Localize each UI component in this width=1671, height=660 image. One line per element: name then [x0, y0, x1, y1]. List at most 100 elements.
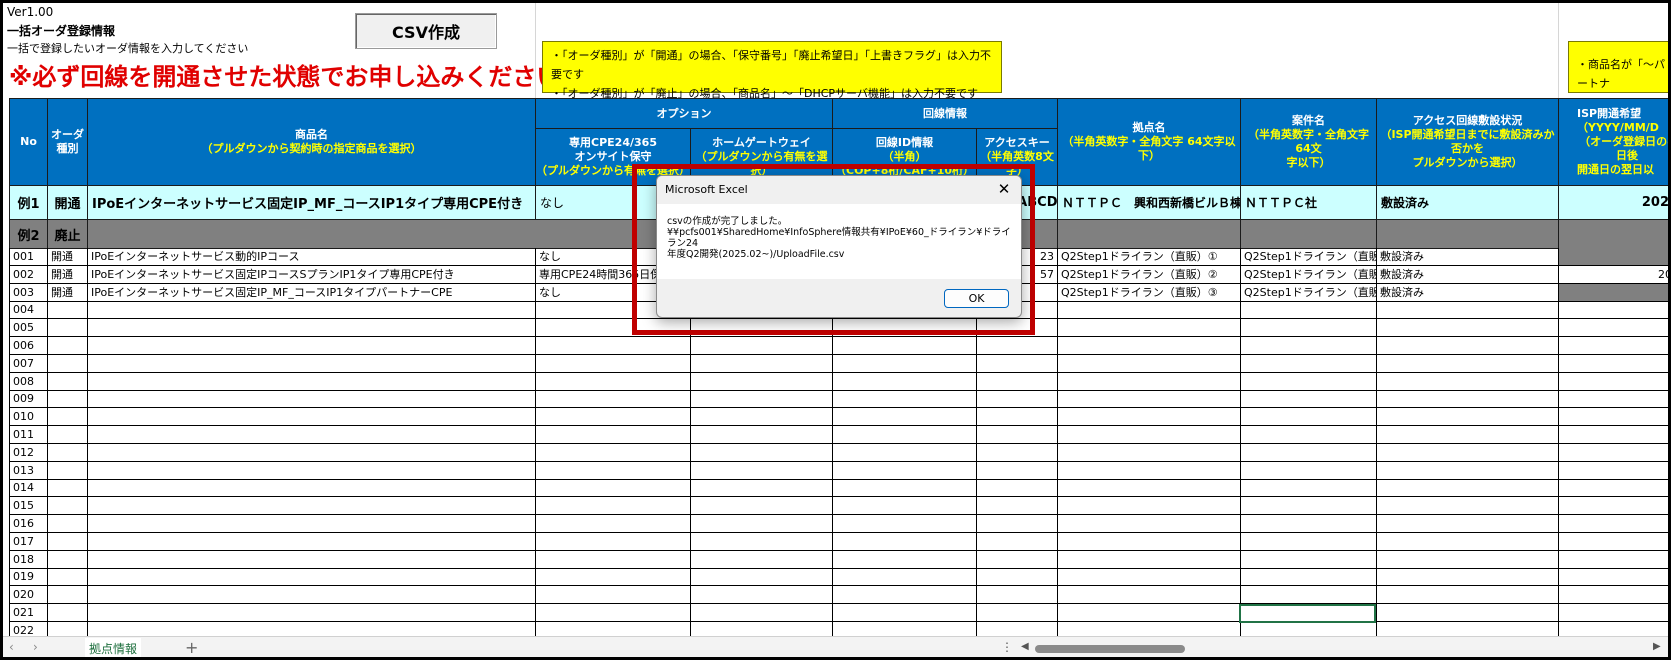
row-case[interactable] [1241, 586, 1377, 605]
row-cpe[interactable] [536, 479, 691, 498]
row-status[interactable] [1377, 301, 1559, 320]
row-cpe[interactable] [536, 550, 691, 569]
row-status[interactable] [1377, 319, 1559, 338]
row-gateway[interactable] [691, 408, 833, 427]
row-isp-date[interactable] [1559, 319, 1668, 338]
row-access-key[interactable] [977, 479, 1058, 498]
row-case[interactable]: Q2Step1ドライラン（直販） [1241, 283, 1377, 302]
row-gateway[interactable] [691, 372, 833, 391]
row-site[interactable] [1058, 479, 1241, 498]
row-access-key[interactable] [977, 568, 1058, 587]
row-access-key[interactable] [977, 354, 1058, 373]
row-no[interactable]: 003 [9, 283, 48, 302]
row-site[interactable] [1058, 337, 1241, 355]
row-access-key[interactable] [977, 550, 1058, 569]
row-line-id[interactable] [833, 372, 977, 391]
row-status[interactable] [1377, 390, 1559, 409]
row-gateway[interactable] [691, 497, 833, 516]
row-case[interactable] [1241, 390, 1377, 409]
row-order-type[interactable] [48, 586, 88, 605]
row-product[interactable] [88, 604, 536, 622]
row-access-key[interactable] [977, 390, 1058, 409]
row-product[interactable] [88, 426, 536, 444]
row-no[interactable]: 012 [9, 443, 48, 462]
row-status[interactable] [1377, 568, 1559, 587]
row-case[interactable] [1241, 301, 1377, 320]
row-no[interactable]: 011 [9, 426, 48, 444]
row-isp-date[interactable] [1559, 568, 1668, 587]
row-order-type[interactable] [48, 390, 88, 409]
row-no[interactable]: 014 [9, 479, 48, 498]
row-access-key[interactable] [977, 426, 1058, 444]
row-case[interactable] [1241, 354, 1377, 373]
row-product[interactable] [88, 372, 536, 391]
row-order-type[interactable] [48, 497, 88, 516]
row-isp-date[interactable] [1559, 604, 1668, 622]
row-isp-date[interactable] [1559, 408, 1668, 427]
row-line-id[interactable] [833, 354, 977, 373]
row-product[interactable] [88, 479, 536, 498]
row-case[interactable] [1241, 550, 1377, 569]
add-sheet-icon[interactable]: + [185, 638, 198, 657]
row-site[interactable] [1058, 301, 1241, 320]
row-site[interactable]: Q2Step1ドライラン（直販）③ [1058, 283, 1241, 302]
row-product[interactable]: IPoEインターネットサービス固定IPコースSプランIP1タイプ専用CPE付き [88, 265, 536, 284]
row-order-type[interactable] [48, 515, 88, 533]
row-cpe[interactable] [536, 372, 691, 391]
row-access-key[interactable] [977, 586, 1058, 605]
row-access-key[interactable] [977, 461, 1058, 480]
row-isp-date[interactable] [1559, 301, 1668, 320]
chevron-right-icon[interactable]: › [33, 640, 38, 654]
row-access-key[interactable] [977, 443, 1058, 462]
row-line-id[interactable] [833, 515, 977, 533]
row-isp-date[interactable] [1559, 444, 1668, 462]
row-order-type[interactable] [48, 461, 88, 480]
row-access-key[interactable] [977, 532, 1058, 551]
row-status[interactable] [1377, 443, 1559, 462]
row-access-key[interactable] [977, 337, 1058, 355]
row-isp-date[interactable] [1559, 497, 1668, 516]
row-isp-date[interactable] [1559, 248, 1668, 266]
row-case[interactable] [1241, 319, 1377, 338]
sheet-tab[interactable]: 拠点情報 [85, 638, 142, 657]
row-no[interactable]: 017 [9, 532, 48, 551]
row-order-type[interactable] [48, 550, 88, 569]
row-order-type[interactable] [48, 337, 88, 355]
row-status[interactable] [1377, 479, 1559, 498]
row-case[interactable] [1241, 515, 1377, 533]
row-case[interactable] [1241, 426, 1377, 444]
row-site[interactable] [1058, 497, 1241, 516]
row-gateway[interactable] [691, 337, 833, 355]
row-isp-date[interactable] [1559, 551, 1668, 569]
row-access-key[interactable] [977, 372, 1058, 391]
row-order-type[interactable] [48, 408, 88, 427]
row-case[interactable] [1241, 461, 1377, 480]
row-order-type[interactable]: 開通 [48, 248, 88, 266]
row-status[interactable] [1377, 550, 1559, 569]
row-product[interactable] [88, 301, 536, 320]
row-status[interactable] [1377, 532, 1559, 551]
row-no[interactable]: 007 [9, 354, 48, 373]
row-status[interactable] [1377, 586, 1559, 605]
row-site[interactable] [1058, 586, 1241, 605]
row-product[interactable] [88, 443, 536, 462]
row-line-id[interactable] [833, 408, 977, 427]
row-product[interactable] [88, 337, 536, 355]
row-no[interactable]: 010 [9, 408, 48, 427]
row-case[interactable] [1241, 479, 1377, 498]
row-no[interactable]: 013 [9, 461, 48, 480]
row-status[interactable]: 敷設済み [1377, 283, 1559, 302]
row-order-type[interactable]: 開通 [48, 283, 88, 302]
row-isp-date[interactable] [1559, 533, 1668, 551]
row-gateway[interactable] [691, 550, 833, 569]
row-cpe[interactable] [536, 337, 691, 355]
row-case[interactable] [1241, 568, 1377, 587]
row-isp-date[interactable] [1559, 355, 1668, 373]
row-status[interactable] [1377, 461, 1559, 480]
row-gateway[interactable] [691, 354, 833, 373]
row-isp-date[interactable] [1559, 337, 1668, 355]
ok-button[interactable]: OK [944, 289, 1009, 308]
row-cpe[interactable] [536, 586, 691, 605]
row-site[interactable] [1058, 443, 1241, 462]
row-cpe[interactable] [536, 532, 691, 551]
